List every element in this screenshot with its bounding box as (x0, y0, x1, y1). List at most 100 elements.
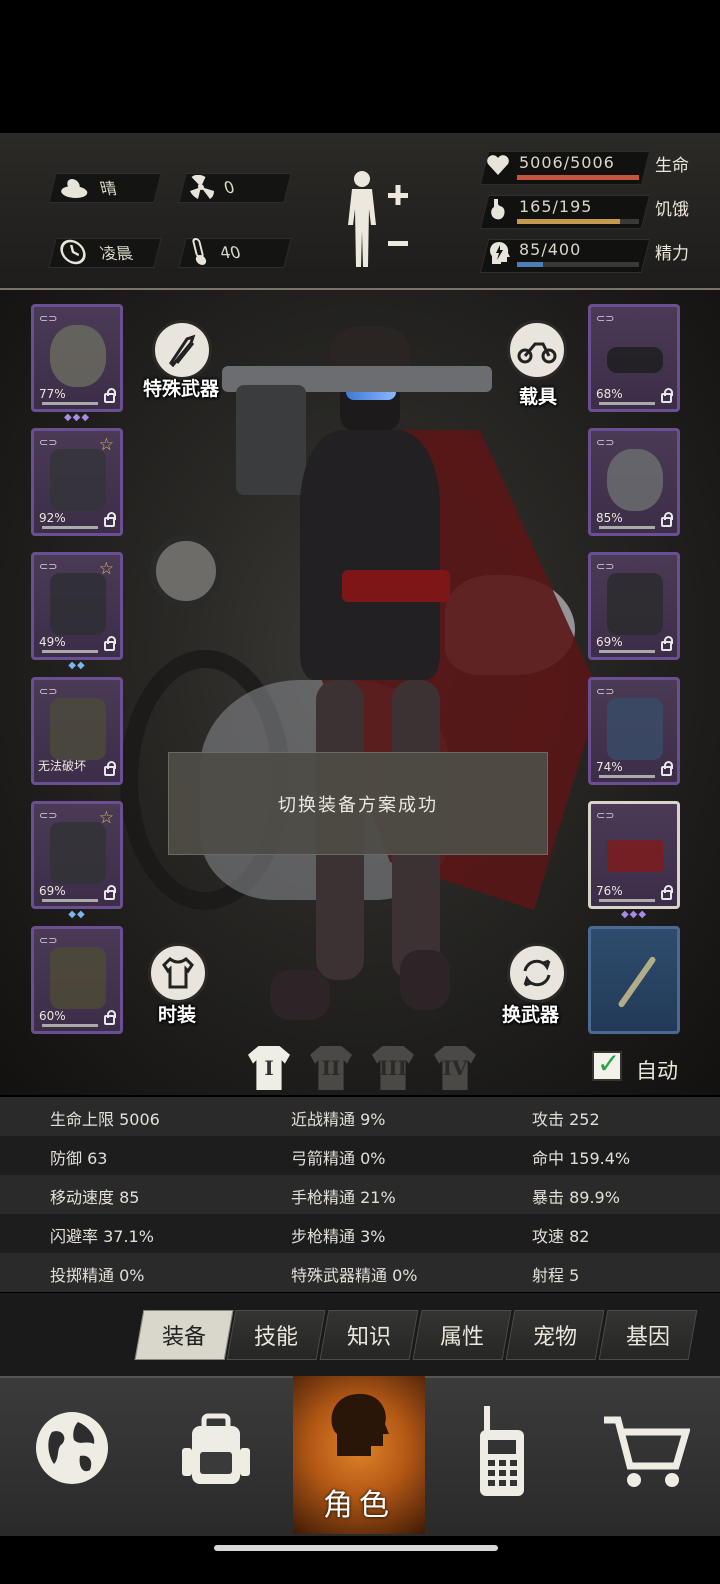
lock-icon (661, 512, 673, 527)
gas-mask-item (607, 449, 663, 511)
hunger-value: 165/195 (519, 197, 593, 216)
auto-checkbox[interactable]: ✓ (592, 1047, 622, 1081)
equip-slot-shield[interactable]: ⊂⊃ 74% (588, 677, 680, 785)
equip-slot-pants[interactable]: ⊂⊃ ☆ 69% ◆◆ (31, 801, 123, 920)
outfit-number: IV (442, 1056, 468, 1080)
body-silhouette-icon[interactable] (342, 169, 414, 271)
outfit-tab-4[interactable]: IV (428, 1044, 482, 1094)
fashion-label[interactable]: 时装 (158, 1000, 196, 1027)
special-weapon-label[interactable]: 特殊武器 (143, 374, 219, 401)
nav-world[interactable] (0, 1376, 144, 1534)
stats-row: 防御 63 弓箭精通 0% 命中 159.4% (0, 1136, 720, 1175)
stat-cell: 投掷精通 0% (50, 1266, 145, 1285)
auto-label[interactable]: 自动 (636, 1055, 678, 1085)
equip-slot-vest[interactable]: ⊂⊃ 69% (588, 552, 680, 660)
heart-icon (487, 155, 509, 175)
link-icon: ⊂⊃ (39, 436, 58, 449)
shopping-cart-icon (604, 1416, 690, 1487)
clock-icon (60, 239, 86, 265)
equip-slot-jacket[interactable]: ⊂⊃ ☆ 49% ◆◆ (31, 552, 123, 671)
stat-cell: 命中 159.4% (532, 1149, 631, 1168)
swap-weapon-button[interactable] (507, 943, 567, 1003)
gem-sockets: ◆◆ (68, 909, 86, 920)
link-icon: ⊂⊃ (596, 685, 615, 698)
equip-slot-backpack[interactable]: ⊂⊃ 无法破坏 (31, 677, 123, 785)
lock-icon (661, 388, 673, 403)
stat-cell: 移动速度 85 (50, 1188, 140, 1207)
gem-sockets: ◆◆◆ (620, 909, 648, 920)
durability-bar (599, 899, 655, 902)
coat (300, 430, 440, 680)
weather-sun-cloud-icon (61, 179, 88, 198)
shield-item (607, 698, 663, 760)
outfit-tab-2[interactable]: II (304, 1044, 358, 1094)
motorcycle-icon (517, 342, 557, 364)
goggles-item (607, 347, 663, 373)
check-icon: ✓ (597, 1047, 621, 1080)
fuel-tank (236, 385, 306, 495)
durability-text: 74% (596, 760, 623, 774)
time-of-day-text: 凌晨 (98, 244, 135, 263)
status-panel: 晴 0 凌晨 40 5006/5006 生命 165/195 饥饿 85/400… (0, 133, 720, 290)
equip-slot-weapon-melee[interactable] (588, 926, 680, 1034)
outfit-tab-3[interactable]: III (366, 1044, 420, 1094)
outfit-number: III (378, 1056, 408, 1080)
swap-icon (523, 959, 551, 987)
energy-bar (517, 262, 639, 267)
stat-cell: 特殊武器精通 0% (291, 1266, 418, 1285)
lock-icon (104, 636, 116, 651)
link-icon: ⊂⊃ (39, 560, 58, 573)
equip-slot-weapon-pistol[interactable]: ⊂⊃ 76% ◆◆◆ (588, 801, 680, 920)
link-icon: ⊂⊃ (39, 685, 58, 698)
equip-slot-helmet[interactable]: ⊂⊃ 77% ◆◆◆ (31, 304, 123, 423)
tab-knowledge-label[interactable]: 知识 (324, 1319, 414, 1351)
special-weapon-button[interactable] (152, 320, 212, 380)
helmet-item (50, 325, 106, 387)
equip-slot-top[interactable]: ⊂⊃ ☆ 92% (31, 428, 123, 536)
outfit-number: II (321, 1056, 341, 1080)
vehicle-button[interactable] (507, 320, 567, 380)
nav-backpack[interactable] (144, 1376, 288, 1534)
tab-pets-label[interactable]: 宠物 (510, 1319, 600, 1351)
durability-text: 69% (596, 635, 623, 649)
durability-bar (599, 775, 655, 778)
equip-slot-boots[interactable]: ⊂⊃ 60% (31, 926, 123, 1034)
tab-genes-label[interactable]: 基因 (603, 1319, 693, 1351)
backpack-item (50, 698, 106, 760)
energy-head-icon (490, 242, 510, 264)
nav-shop[interactable] (576, 1376, 720, 1534)
outfit-number: I (264, 1056, 274, 1080)
tab-skills-label[interactable]: 技能 (231, 1319, 321, 1351)
stat-cell: 弓箭精通 0% (291, 1149, 386, 1168)
tab-attributes-label[interactable]: 属性 (417, 1319, 507, 1351)
outfit-tab-1[interactable]: I (242, 1044, 296, 1094)
durability-bar (42, 899, 98, 902)
lock-icon (661, 761, 673, 776)
pistol-item (607, 840, 663, 872)
tab-equipment-label[interactable]: 装备 (139, 1319, 229, 1351)
home-indicator[interactable] (214, 1545, 498, 1551)
gem-sockets: ◆◆◆ (63, 412, 91, 423)
equip-slot-mask[interactable]: ⊂⊃ 85% (588, 428, 680, 536)
equip-slot-goggles[interactable]: ⊂⊃ 68% (588, 304, 680, 412)
nav-radio[interactable] (432, 1376, 576, 1534)
held-pistol (342, 570, 450, 602)
nav-character-label[interactable]: 角色 (293, 1480, 425, 1524)
lock-icon (104, 761, 116, 776)
stomach-icon (491, 199, 505, 220)
shirt-icon (162, 957, 194, 989)
lock-icon (104, 1010, 116, 1025)
durability-text: 77% (39, 387, 66, 401)
swap-weapon-label[interactable]: 换武器 (502, 1000, 559, 1027)
stat-cell: 攻速 82 (532, 1227, 590, 1246)
health-label: 生命 (655, 156, 689, 176)
gem-sockets: ◆◆ (68, 660, 86, 671)
stat-cell: 防御 63 (50, 1149, 108, 1168)
lock-icon (104, 388, 116, 403)
fashion-button[interactable] (148, 943, 208, 1003)
vehicle-label[interactable]: 载具 (519, 382, 557, 409)
globe-icon (36, 1412, 108, 1484)
durability-text: 92% (39, 511, 66, 525)
lock-icon (661, 885, 673, 900)
durability-text: 60% (39, 1009, 66, 1023)
